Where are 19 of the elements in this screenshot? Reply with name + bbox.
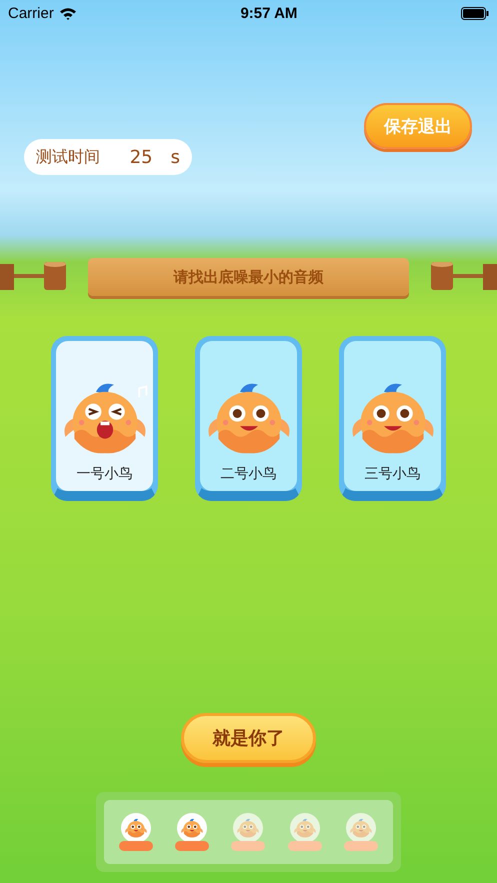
clock-time: 9:57 AM <box>240 4 298 22</box>
bird-card[interactable]: 二号小鸟 <box>195 336 302 501</box>
bird-name: 一号小鸟 <box>76 465 132 483</box>
bird-card[interactable]: 三号小鸟 <box>339 336 446 501</box>
bird-icon <box>292 817 317 839</box>
timer-unit: s <box>170 146 180 168</box>
bird-icon <box>348 817 373 839</box>
bird-card[interactable]: 一号小鸟 <box>51 336 158 501</box>
wifi-icon <box>58 6 77 20</box>
bird-icon <box>236 817 260 839</box>
bird-name: 三号小鸟 <box>364 465 420 483</box>
battery-icon <box>461 6 489 20</box>
bird-icon <box>180 817 204 839</box>
instruction-sign: 请找出底噪最小的音频 <box>88 258 409 296</box>
timer-label: 测试时间 <box>36 146 100 168</box>
carrier-label: Carrier <box>8 4 54 22</box>
timer-value: 25 <box>130 146 153 168</box>
bird-icon <box>124 817 148 839</box>
bird-name: 二号小鸟 <box>220 465 276 483</box>
